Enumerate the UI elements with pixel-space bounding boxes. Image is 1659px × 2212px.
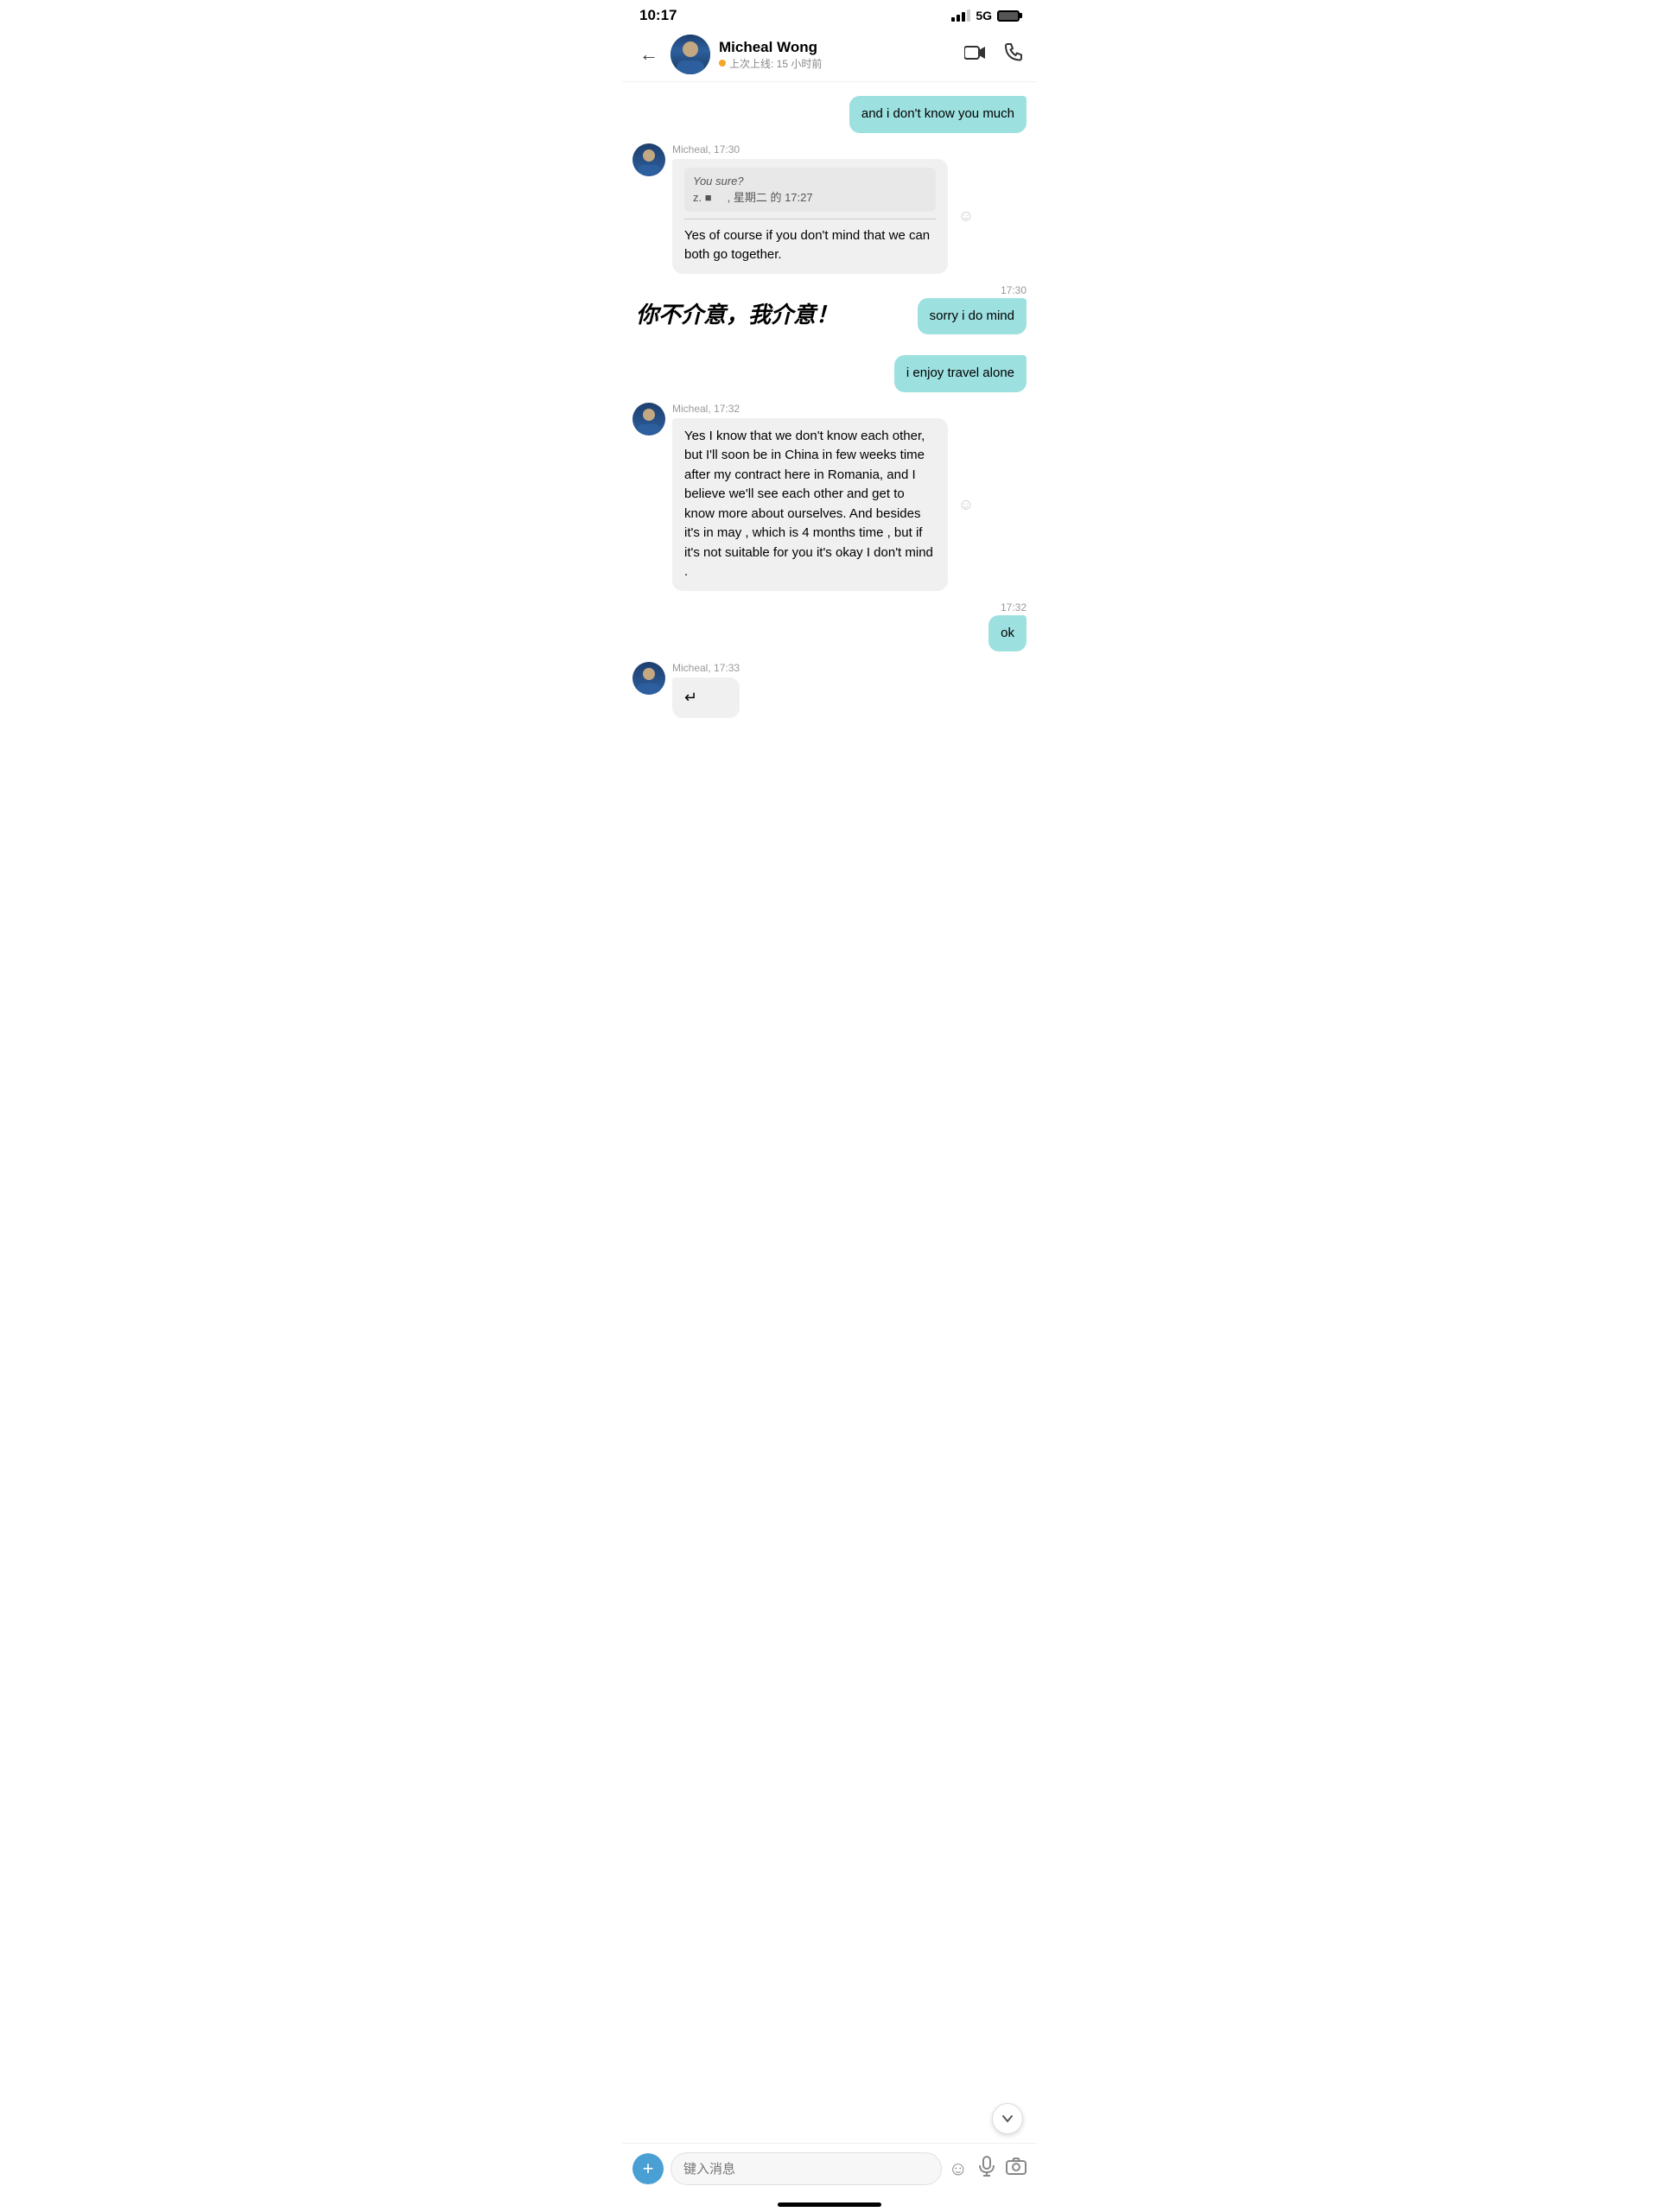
message-row: sorry i do mind: [632, 298, 1027, 335]
reaction-button[interactable]: ☺: [958, 493, 974, 516]
outgoing-group: 17:30 sorry i do mind: [632, 284, 1027, 335]
home-bar: [778, 2202, 881, 2207]
message-time: 17:32: [714, 403, 740, 415]
message-timestamp: 17:30: [632, 284, 1027, 296]
contact-avatar: [671, 35, 710, 74]
chat-header: ← Micheal Wong 上次上线: 15 小时前: [622, 28, 1037, 82]
message-content: ok: [988, 615, 1027, 652]
sender-time: Micheal, 17:32: [672, 403, 948, 415]
message-text: ok: [1001, 626, 1014, 640]
network-type: 5G: [976, 9, 992, 22]
message-text: Yes of course if you don't mind that we …: [684, 228, 930, 263]
sender-name: Micheal: [672, 143, 708, 156]
message-bubble-outgoing: sorry i do mind: [918, 298, 1027, 335]
message-text: and i don't know you much: [861, 106, 1014, 121]
sender-time: Micheal, 17:30: [672, 143, 948, 156]
microphone-icon[interactable]: [978, 2156, 995, 2182]
plus-button[interactable]: +: [632, 2153, 664, 2184]
back-button[interactable]: ←: [636, 40, 662, 69]
message-row: ok: [632, 615, 1027, 652]
chat-area: and i don't know you much Micheal, 17:30…: [622, 82, 1037, 2143]
message-text: i enjoy travel alone: [906, 365, 1014, 380]
scroll-bottom-button[interactable]: [992, 2103, 1023, 2134]
contact-info: Micheal Wong 上次上线: 15 小时前: [719, 39, 956, 71]
message-text: Yes I know that we don't know each other…: [684, 429, 933, 580]
outgoing-group: 17:32 ok: [632, 601, 1027, 652]
message-content: sorry i do mind: [918, 298, 1027, 335]
quote-block: You sure? z. ■ , 星期二 的 17:27: [684, 168, 936, 212]
video-call-icon[interactable]: [964, 43, 987, 66]
status-icons: 5G: [951, 9, 1020, 22]
message-time: 17:30: [714, 143, 740, 156]
message-row: Micheal, 17:32 ☺ Yes I know that we don'…: [632, 403, 1027, 591]
message-row: Micheal, 17:30 ☺ You sure? z. ■ , 星期二 的 …: [632, 143, 1027, 274]
message-time: 17:33: [714, 662, 740, 674]
message-bubble-outgoing: and i don't know you much: [849, 96, 1027, 133]
input-icons: ☺: [949, 2156, 1027, 2182]
message-bubble-incoming: ↵: [672, 677, 740, 718]
quote-italic: You sure?: [693, 175, 744, 188]
message-content: Micheal, 17:30 ☺ You sure? z. ■ , 星期二 的 …: [672, 143, 948, 274]
message-text: sorry i do mind: [930, 308, 1014, 323]
status-time: 10:17: [639, 7, 677, 24]
message-bubble-outgoing: ok: [988, 615, 1027, 652]
status-bar: 10:17 5G: [622, 0, 1037, 28]
sender-avatar: [632, 403, 665, 435]
message-content: and i don't know you much: [849, 96, 1027, 133]
message-content: i enjoy travel alone: [894, 355, 1027, 392]
message-content: Micheal, 17:32 ☺ Yes I know that we don'…: [672, 403, 948, 591]
sender-time: Micheal, 17:33: [672, 662, 740, 674]
message-row: i enjoy travel alone: [632, 355, 1027, 392]
contact-status: 上次上线: 15 小时前: [719, 56, 956, 71]
home-indicator: [622, 2194, 1037, 2212]
quote-text: z. ■ , 星期二 的 17:27: [693, 191, 813, 204]
message-row: and i don't know you much: [632, 96, 1027, 133]
emoji-icon[interactable]: ☺: [949, 2158, 968, 2180]
battery-icon: [997, 10, 1020, 22]
message-content: Micheal, 17:33 ↵: [672, 662, 740, 718]
sender-avatar: [632, 662, 665, 695]
message-row: Micheal, 17:33 ↵: [632, 662, 1027, 718]
sender-avatar: [632, 143, 665, 176]
reaction-button[interactable]: ☺: [958, 205, 974, 228]
message-bubble-incoming: ☺ You sure? z. ■ , 星期二 的 17:27 Yes of co…: [672, 159, 948, 274]
input-area: + ☺: [622, 2143, 1037, 2194]
sender-name: Micheal: [672, 403, 708, 415]
message-input[interactable]: [671, 2152, 942, 2185]
message-timestamp: 17:32: [632, 601, 1027, 613]
reply-arrow: ↵: [684, 689, 697, 706]
sender-name: Micheal: [672, 662, 708, 674]
message-bubble-outgoing: i enjoy travel alone: [894, 355, 1027, 392]
contact-name: Micheal Wong: [719, 39, 956, 56]
phone-icon[interactable]: [1004, 42, 1023, 67]
online-dot: [719, 60, 726, 67]
header-actions: [964, 42, 1023, 67]
status-text: 上次上线: 15 小时前: [729, 56, 822, 71]
message-bubble-incoming: ☺ Yes I know that we don't know each oth…: [672, 418, 948, 591]
signal-icon: [951, 10, 970, 22]
camera-icon[interactable]: [1006, 2158, 1027, 2180]
